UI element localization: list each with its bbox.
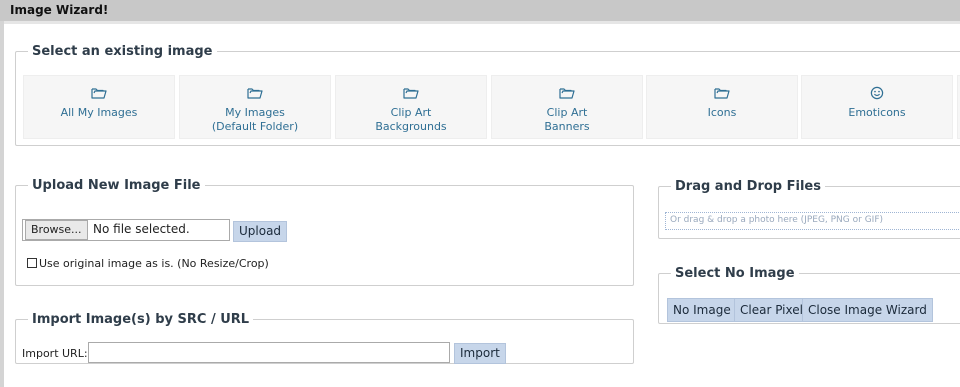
no-image-panel: Select No Image No Image Clear Pixel Clo… — [658, 266, 960, 324]
tile-icons[interactable]: Icons — [646, 75, 798, 139]
folder-icon — [559, 88, 575, 99]
drop-zone[interactable]: Or drag & drop a photo here (JPEG, PNG o… — [665, 212, 960, 230]
tile-label-3: Clip Art — [390, 106, 432, 119]
import-button[interactable]: Import — [454, 343, 506, 364]
smiley-icon — [870, 86, 884, 100]
no-image-button[interactable]: No Image — [667, 298, 737, 322]
original-image-checkbox[interactable] — [27, 258, 37, 268]
tile-sublabel-3: Backgrounds — [375, 120, 447, 133]
import-panel: Import Image(s) by SRC / URL Import URL:… — [15, 312, 634, 364]
tile-clip-art-banners[interactable]: Clip Art Banners — [491, 75, 643, 139]
tile-label-2: My Images — [225, 106, 285, 119]
folder-icon — [91, 88, 107, 99]
existing-image-tiles: All My Images My Images (Default Folder)… — [23, 75, 960, 139]
upload-legend: Upload New Image File — [32, 178, 201, 193]
no-image-legend: Select No Image — [675, 266, 795, 281]
drag-drop-legend: Drag and Drop Files — [675, 179, 821, 194]
tile-label-4: Clip Art — [546, 106, 588, 119]
tile-clip-art-backgrounds[interactable]: Clip Art Backgrounds — [335, 75, 487, 139]
import-url-label: Import URL: — [22, 347, 88, 360]
tile-label-5: Icons — [707, 106, 737, 119]
upload-panel: Upload New Image File Browse... No file … — [15, 178, 634, 286]
existing-image-legend: Select an existing image — [32, 44, 213, 59]
tile-emoticons[interactable]: Emoticons — [801, 75, 953, 139]
window-title: Image Wizard! — [10, 3, 109, 17]
file-picker[interactable]: Browse... No file selected. — [22, 219, 230, 241]
import-url-input[interactable] — [88, 342, 450, 363]
tile-sublabel-2: (Default Folder) — [211, 120, 299, 133]
tile-label-1: All My Images — [60, 106, 138, 119]
browse-button[interactable]: Browse... — [25, 220, 88, 240]
drop-zone-hint: Or drag & drop a photo here (JPEG, PNG o… — [670, 215, 884, 225]
window-titlebar: Image Wizard! — [0, 0, 960, 21]
tile-sublabel-4: Banners — [544, 120, 590, 133]
folder-icon — [714, 88, 730, 99]
upload-button[interactable]: Upload — [233, 221, 288, 242]
drag-drop-panel: Drag and Drop Files Or drag & drop a pho… — [658, 179, 960, 239]
clear-pixel-button[interactable]: Clear Pixel — [734, 298, 809, 322]
tile-label-6: Emoticons — [848, 106, 906, 119]
titlebar-divider — [0, 21, 960, 24]
import-legend: Import Image(s) by SRC / URL — [32, 312, 250, 327]
original-image-label: Use original image as is. (No Resize/Cro… — [39, 257, 269, 270]
file-status: No file selected. — [93, 222, 190, 236]
left-gutter — [0, 21, 4, 387]
tile-all-my-images[interactable]: All My Images — [23, 75, 175, 139]
tile-my-images[interactable]: My Images (Default Folder) — [179, 75, 331, 139]
folder-icon — [403, 88, 419, 99]
close-image-wizard-button[interactable]: Close Image Wizard — [802, 298, 933, 322]
folder-icon — [247, 88, 263, 99]
existing-image-panel: Select an existing image All My Images M… — [15, 44, 960, 146]
